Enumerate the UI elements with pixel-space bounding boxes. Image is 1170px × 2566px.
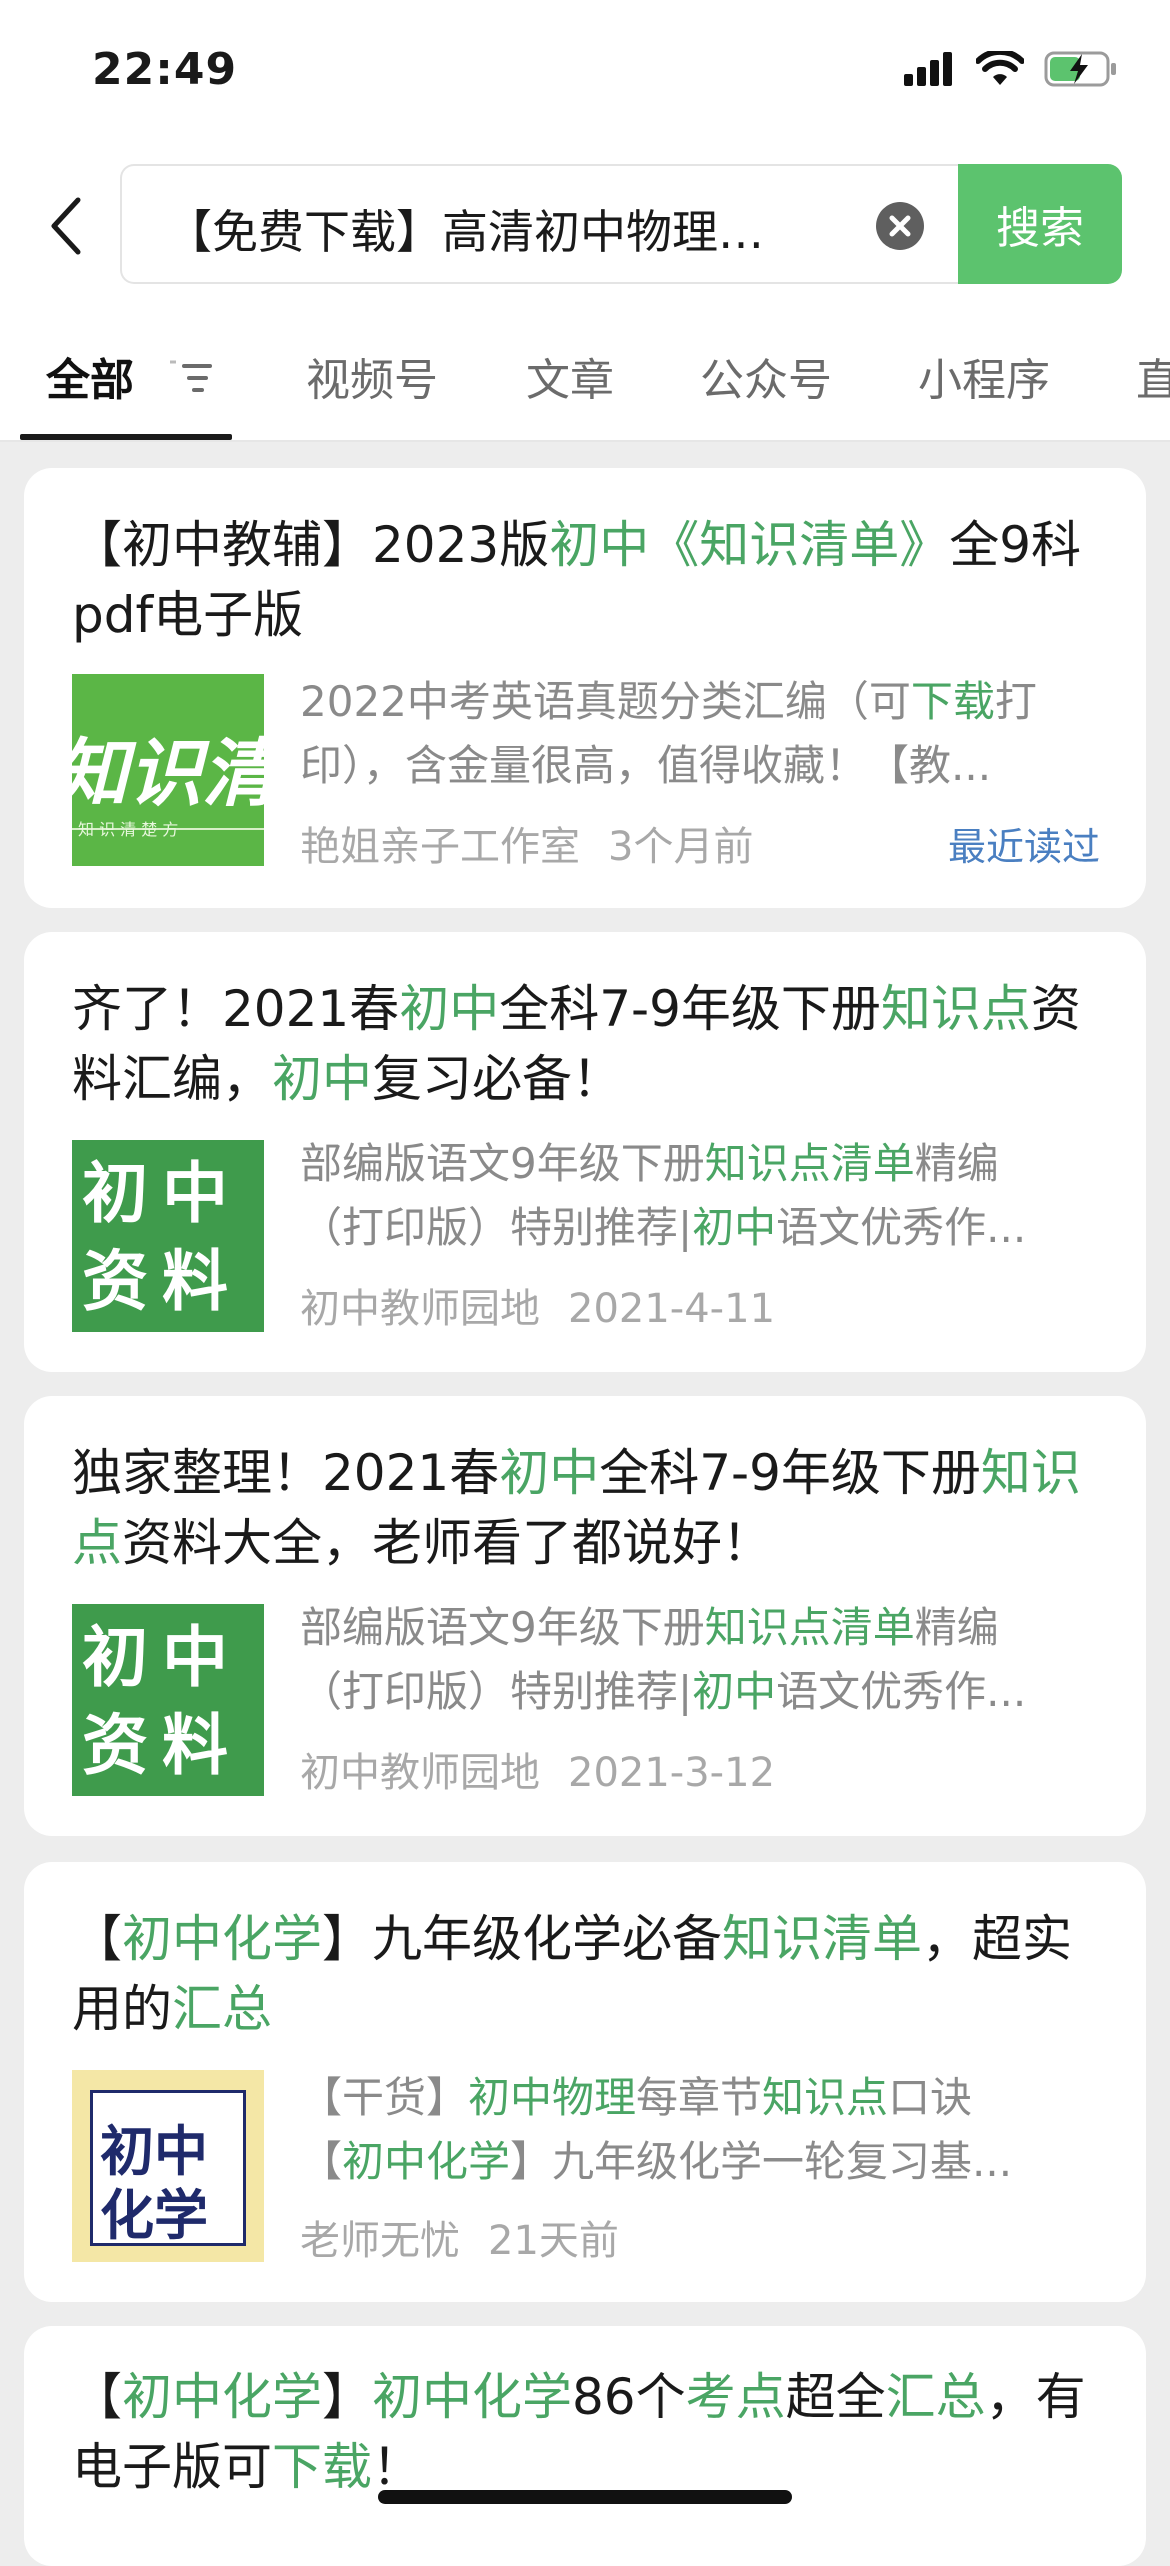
result-thumbnail: 初中资料 [72, 1604, 264, 1796]
signal-icon [904, 52, 952, 86]
result-card-1[interactable]: 【初中教辅】2023版初中《知识清单》全9科 pdf电子版 知识清 知 识 清 … [24, 468, 1146, 908]
tab-mini-programs[interactable]: 小程序 [918, 344, 1050, 408]
thumbnail-text: 初中资料 [82, 1155, 242, 1320]
tab-live[interactable]: 直 [1136, 344, 1170, 408]
result-meta: 老师无忧 21天前 [300, 2208, 619, 2266]
result-title[interactable]: 独家整理！2021春初中全科7-9年级下册知识点资料大全，老师看了都说好！ [72, 1438, 1098, 1578]
result-thumbnail: 初中化学 [72, 2070, 264, 2262]
top-bar: 22:49 【免费下载】高清初中物理… 搜索 全部 视频号 文章 公众号 小程序… [0, 0, 1170, 440]
thumbnail-text: 知识清 [72, 731, 264, 817]
wifi-icon [976, 51, 1024, 85]
filter-icon[interactable] [170, 358, 212, 402]
result-card-5[interactable]: 【初中化学】初中化学86个考点超全汇总，有电子版可下载！ [24, 2326, 1146, 2566]
thumbnail-text: 初中化学 [100, 2120, 208, 2247]
divider [0, 440, 1170, 442]
result-source[interactable]: 老师无忧 [300, 2218, 460, 2264]
result-date: 3个月前 [608, 824, 754, 870]
result-date: 21天前 [488, 2218, 619, 2264]
result-source[interactable]: 初中教师园地 [300, 1286, 540, 1332]
search-input[interactable]: 【免费下载】高清初中物理… [166, 196, 866, 262]
thumbnail-text: 初中资料 [82, 1619, 242, 1784]
battery-charging-icon [1044, 51, 1116, 87]
result-title[interactable]: 【初中化学】九年级化学必备知识清单，超实用的汇总 [72, 1904, 1098, 2044]
tab-video[interactable]: 视频号 [306, 344, 438, 408]
status-icons [904, 50, 1118, 88]
back-button[interactable] [36, 186, 96, 266]
chevron-left-icon [51, 197, 81, 255]
result-card-2[interactable]: 齐了！2021春初中全科7-9年级下册知识点资料汇编，初中复习必备！ 初中资料 … [24, 932, 1146, 1372]
tab-articles[interactable]: 文章 [526, 344, 614, 408]
search-button[interactable]: 搜索 [958, 164, 1122, 284]
result-snippet: 部编版语文9年级下册知识点清单精编 （打印版）特别推荐|初中语文优秀作... [300, 1603, 1027, 1716]
tab-official-accounts[interactable]: 公众号 [700, 344, 832, 408]
result-thumbnail: 知识清 知 识 清 楚 方 [72, 674, 264, 866]
result-title[interactable]: 【初中教辅】2023版初中《知识清单》全9科 pdf电子版 [72, 510, 1098, 650]
result-title[interactable]: 【初中化学】初中化学86个考点超全汇总，有电子版可下载！ [72, 2362, 1098, 2502]
result-source[interactable]: 艳姐亲子工作室 [300, 824, 580, 870]
result-snippet: 2022中考英语真题分类汇编（可下载打 印），含金量很高，值得收藏！【教... [300, 677, 1037, 790]
tab-all[interactable]: 全部 [46, 344, 134, 408]
result-meta: 艳姐亲子工作室 3个月前 [300, 814, 753, 872]
result-meta: 初中教师园地 2021-4-11 [300, 1276, 775, 1334]
result-source[interactable]: 初中教师园地 [300, 1750, 540, 1796]
filter-tabs: 全部 视频号 文章 公众号 小程序 直 [0, 334, 1170, 440]
result-thumbnail: 初中资料 [72, 1140, 264, 1332]
result-snippet: 部编版语文9年级下册知识点清单精编 （打印版）特别推荐|初中语文优秀作... [300, 1139, 1027, 1252]
result-card-4[interactable]: 【初中化学】九年级化学必备知识清单，超实用的汇总 初中化学 【干货】初中物理每章… [24, 1862, 1146, 2302]
close-icon [889, 215, 911, 237]
home-indicator[interactable] [378, 2490, 792, 2504]
result-date: 2021-3-12 [568, 1750, 776, 1796]
search-box[interactable]: 【免费下载】高清初中物理… [120, 164, 960, 284]
status-time: 22:49 [92, 44, 238, 95]
result-snippet: 【干货】初中物理每章节知识点口诀 【初中化学】九年级化学一轮复习基... [300, 2073, 1013, 2186]
recently-read-badge: 最近读过 [947, 825, 1100, 869]
result-card-3[interactable]: 独家整理！2021春初中全科7-9年级下册知识点资料大全，老师看了都说好！ 初中… [24, 1396, 1146, 1836]
result-meta: 初中教师园地 2021-3-12 [300, 1740, 775, 1798]
result-date: 2021-4-11 [568, 1286, 776, 1332]
thumbnail-subtext: 知 识 清 楚 方 [78, 820, 179, 839]
result-title[interactable]: 齐了！2021春初中全科7-9年级下册知识点资料汇编，初中复习必备！ [72, 974, 1098, 1114]
clear-search-button[interactable] [876, 202, 924, 250]
